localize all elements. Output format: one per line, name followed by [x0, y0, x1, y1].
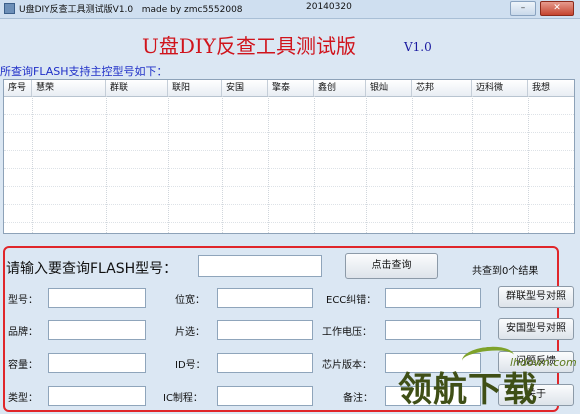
grid-line	[314, 96, 315, 233]
grid-line	[168, 96, 169, 233]
main-window: U盘DIY反查工具测试版V1.0 made by zmc5552008 2014…	[0, 0, 580, 414]
ecc-label: ECC纠错：	[326, 295, 377, 306]
col-mxtronics[interactable]: 迈科微	[472, 80, 528, 96]
window-title: U盘DIY反查工具测试版V1.0 made by zmc5552008	[19, 5, 243, 15]
ic-field[interactable]	[217, 386, 313, 406]
col-skymedi[interactable]: 擎泰	[268, 80, 314, 96]
grid-line	[106, 96, 107, 233]
width-field[interactable]	[217, 288, 313, 308]
ecc-field[interactable]	[385, 288, 481, 308]
controller-table[interactable]: 序号 慧荣 群联 联阳 安国 擎泰 鑫创 银灿 芯邦 迈科微 我想	[3, 79, 575, 234]
grid-line	[4, 150, 574, 151]
watermark-url: lhdown.com	[510, 356, 577, 369]
grid-line	[4, 186, 574, 187]
col-ite[interactable]: 联阳	[168, 80, 222, 96]
model-field[interactable]	[48, 288, 146, 308]
ic-label: IC制程：	[163, 393, 203, 404]
minimize-button[interactable]: –	[510, 1, 536, 16]
app-version: V1.0	[404, 40, 432, 54]
voltage-label: 工作电压：	[322, 327, 372, 338]
col-sm[interactable]: 慧荣	[32, 80, 106, 96]
grid-line	[32, 96, 33, 233]
voltage-field[interactable]	[385, 320, 481, 340]
grid-line	[528, 96, 529, 233]
result-count: 共查到0个结果	[472, 266, 539, 277]
chip-version-label: 芯片版本：	[322, 360, 372, 371]
window-date: 20140320	[306, 2, 352, 12]
query-prompt: 请输入要查询FLASH型号：	[6, 261, 178, 277]
brand-label: 品牌：	[8, 327, 38, 338]
col-innostor[interactable]: 银灿	[366, 80, 412, 96]
grid-line	[4, 204, 574, 205]
grid-line	[4, 222, 574, 223]
remark-label: 备注：	[343, 393, 373, 404]
grid-line	[222, 96, 223, 233]
close-button[interactable]: ✕	[540, 1, 574, 16]
alcor-compare-button[interactable]: 安国型号对照	[498, 318, 574, 340]
grid-line	[4, 168, 574, 169]
capacity-label: 容量：	[8, 360, 38, 371]
col-usbest[interactable]: 鑫创	[314, 80, 366, 96]
watermark-text: 领航下载	[398, 370, 538, 410]
cs-field[interactable]	[217, 320, 313, 340]
flash-model-input[interactable]	[198, 255, 322, 277]
supported-label: 所查询FLASH支持主控型号如下：	[0, 65, 168, 78]
col-other[interactable]: 我想	[528, 80, 574, 96]
model-label: 型号：	[8, 295, 38, 306]
grid-line	[472, 96, 473, 233]
title-bar: U盘DIY反查工具测试版V1.0 made by zmc5552008 2014…	[0, 0, 580, 19]
col-chipsbank[interactable]: 芯邦	[412, 80, 472, 96]
id-field[interactable]	[217, 353, 313, 373]
col-index[interactable]: 序号	[4, 80, 32, 96]
brand-field[interactable]	[48, 320, 146, 340]
type-label: 类型：	[8, 393, 38, 404]
type-field[interactable]	[48, 386, 146, 406]
col-alcor[interactable]: 安国	[222, 80, 268, 96]
query-button[interactable]: 点击查询	[345, 253, 438, 279]
app-icon	[4, 3, 15, 14]
grid-line	[4, 132, 574, 133]
grid-line	[366, 96, 367, 233]
cs-label: 片选：	[175, 327, 205, 338]
grid-line	[412, 96, 413, 233]
app-heading: U盘DIY反查工具测试版	[142, 34, 356, 58]
col-phison[interactable]: 群联	[106, 80, 168, 96]
grid-line	[4, 114, 574, 115]
id-label: ID号：	[175, 360, 206, 371]
capacity-field[interactable]	[48, 353, 146, 373]
grid-line	[268, 96, 269, 233]
table-header: 序号 慧荣 群联 联阳 安国 擎泰 鑫创 银灿 芯邦 迈科微 我想	[4, 80, 574, 97]
width-label: 位宽：	[175, 295, 205, 306]
phison-compare-button[interactable]: 群联型号对照	[498, 286, 574, 308]
